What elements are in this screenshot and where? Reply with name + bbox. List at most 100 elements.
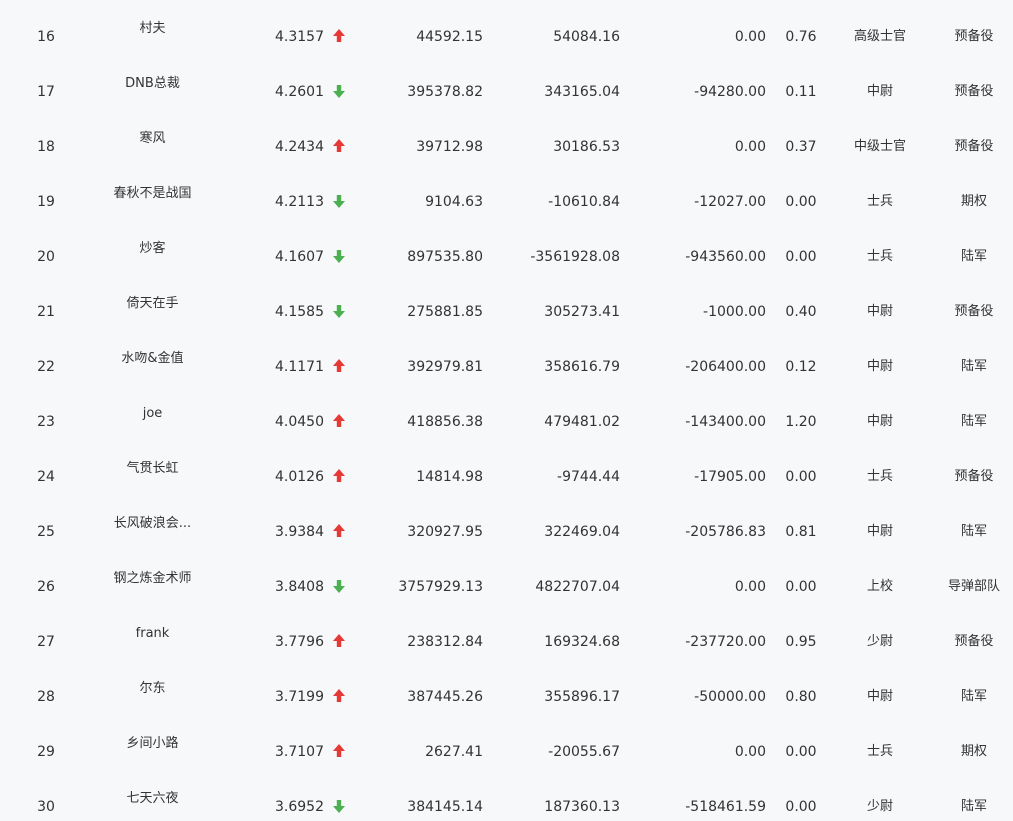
table-row: 21 倚天在手 4.1585 275881.85 305273.41 -1000.00 0.…: [0, 284, 1013, 339]
value-col-1: 897535.80: [407, 249, 483, 265]
arrow-up-icon: [331, 468, 347, 484]
unit-name: 预备役: [954, 469, 994, 484]
table-row: 25 长风破浪会... 3.9384 320927.95 322469.04 -20578…: [0, 504, 1013, 559]
value-col-4: 0.76: [785, 29, 817, 45]
value-col-1: 2627.41: [425, 744, 483, 760]
value-col-2: -20055.67: [548, 744, 620, 760]
unit-name: 预备役: [954, 139, 994, 154]
rank-number: 16: [37, 29, 55, 45]
score-value: 4.2601: [275, 84, 324, 100]
value-col-3: -12027.00: [694, 194, 766, 210]
user-name-link[interactable]: 寒风: [95, 130, 210, 148]
value-col-3: -237720.00: [685, 634, 766, 650]
user-name-link[interactable]: 炒客: [95, 240, 210, 258]
value-col-2: 169324.68: [544, 634, 620, 650]
table-row: 29 乡间小路 3.7107 2627.41 -20055.67 0.00 0.00 士兵 期权: [0, 724, 1013, 779]
table-row: 27 frank 3.7796 238312.84 169324.68 -237720.0…: [0, 614, 1013, 669]
arrow-down-icon: [331, 83, 347, 99]
value-col-4: 0.00: [785, 249, 817, 265]
table-row: 28 尔东 3.7199 387445.26 355896.17 -50000.00 0.8…: [0, 669, 1013, 724]
value-col-3: 0.00: [734, 29, 766, 45]
table-row: 19 春秋不是战国 4.2113 9104.63 -10610.84 -12027.00 0…: [0, 174, 1013, 229]
unit-name: 陆军: [960, 359, 987, 374]
unit-name: 陆军: [960, 414, 987, 429]
rank-number: 21: [37, 304, 55, 320]
table-row: 22 水吻&金值 4.1171 392979.81 358616.79 -206400.0…: [0, 339, 1013, 394]
user-name-link[interactable]: 七天六夜: [95, 790, 210, 808]
table-row: 30 七天六夜 3.6952 384145.14 187360.13 -518461.59…: [0, 779, 1013, 821]
value-col-4: 0.00: [785, 194, 817, 210]
ranking-table: 16 村夫 4.3157 44592.15 54084.16 0.00 0.76 高级士官 预备…: [0, 0, 1013, 821]
unit-name: 预备役: [954, 304, 994, 319]
user-name-link[interactable]: 倚天在手: [95, 295, 210, 313]
user-name-link[interactable]: 气贯长虹: [95, 460, 210, 478]
rank-number: 20: [37, 249, 55, 265]
score-value: 3.7107: [275, 744, 324, 760]
value-col-2: 4822707.04: [535, 579, 620, 595]
score-value: 4.0450: [275, 414, 324, 430]
value-col-3: -1000.00: [703, 304, 766, 320]
military-rank: 士兵: [866, 249, 893, 264]
arrow-down-icon: [331, 193, 347, 209]
value-col-3: -50000.00: [694, 689, 766, 705]
value-col-3: 0.00: [734, 139, 766, 155]
score-value: 4.1585: [275, 304, 324, 320]
user-name-link[interactable]: 长风破浪会...: [95, 515, 210, 533]
value-col-1: 44592.15: [416, 29, 483, 45]
score-value: 4.2113: [275, 194, 324, 210]
arrow-up-icon: [331, 743, 347, 759]
score-value: 4.2434: [275, 139, 324, 155]
military-rank: 中尉: [866, 524, 893, 539]
military-rank: 中尉: [866, 84, 893, 99]
value-col-1: 395378.82: [407, 84, 483, 100]
rank-number: 23: [37, 414, 55, 430]
score-value: 4.0126: [275, 469, 324, 485]
value-col-2: 479481.02: [544, 414, 620, 430]
rank-number: 28: [37, 689, 55, 705]
arrow-up-icon: [331, 633, 347, 649]
value-col-3: -943560.00: [685, 249, 766, 265]
value-col-2: 322469.04: [544, 524, 620, 540]
user-name-link[interactable]: DNB总裁: [95, 75, 210, 93]
value-col-1: 39712.98: [416, 139, 483, 155]
score-value: 4.3157: [275, 29, 324, 45]
user-name-link[interactable]: 钢之炼金术师: [95, 570, 210, 588]
unit-name: 陆军: [960, 799, 987, 814]
score-value: 3.6952: [275, 799, 324, 815]
user-name-link[interactable]: 春秋不是战国: [95, 185, 210, 203]
value-col-2: 187360.13: [544, 799, 620, 815]
unit-name: 期权: [960, 194, 987, 209]
value-col-4: 0.80: [785, 689, 817, 705]
arrow-up-icon: [331, 688, 347, 704]
value-col-2: -10610.84: [548, 194, 620, 210]
value-col-2: -3561928.08: [530, 249, 620, 265]
value-col-4: 0.00: [785, 469, 817, 485]
arrow-down-icon: [331, 248, 347, 264]
unit-name: 预备役: [954, 29, 994, 44]
value-col-3: 0.00: [734, 744, 766, 760]
value-col-4: 0.37: [785, 139, 817, 155]
military-rank: 中尉: [866, 414, 893, 429]
table-row: 20 炒客 4.1607 897535.80 -3561928.08 -943560.00…: [0, 229, 1013, 284]
user-name-link[interactable]: 尔东: [95, 680, 210, 698]
unit-name: 预备役: [954, 84, 994, 99]
rank-number: 26: [37, 579, 55, 595]
arrow-down-icon: [331, 798, 347, 814]
table-row: 16 村夫 4.3157 44592.15 54084.16 0.00 0.76 高级士官 预备…: [0, 9, 1013, 64]
value-col-1: 320927.95: [407, 524, 483, 540]
user-name-link[interactable]: 乡间小路: [95, 735, 210, 753]
user-name-link[interactable]: frank: [95, 625, 210, 643]
arrow-up-icon: [331, 138, 347, 154]
arrow-up-icon: [331, 358, 347, 374]
user-name-link[interactable]: joe: [95, 405, 210, 423]
value-col-3: -143400.00: [685, 414, 766, 430]
rank-number: 29: [37, 744, 55, 760]
value-col-4: 1.20: [785, 414, 817, 430]
arrow-up-icon: [331, 413, 347, 429]
user-name-link[interactable]: 村夫: [95, 20, 210, 38]
user-name-link[interactable]: 水吻&金值: [95, 350, 210, 368]
value-col-2: 30186.53: [553, 139, 620, 155]
value-col-1: 238312.84: [407, 634, 483, 650]
value-col-4: 0.40: [785, 304, 817, 320]
rank-number: 30: [37, 799, 55, 815]
